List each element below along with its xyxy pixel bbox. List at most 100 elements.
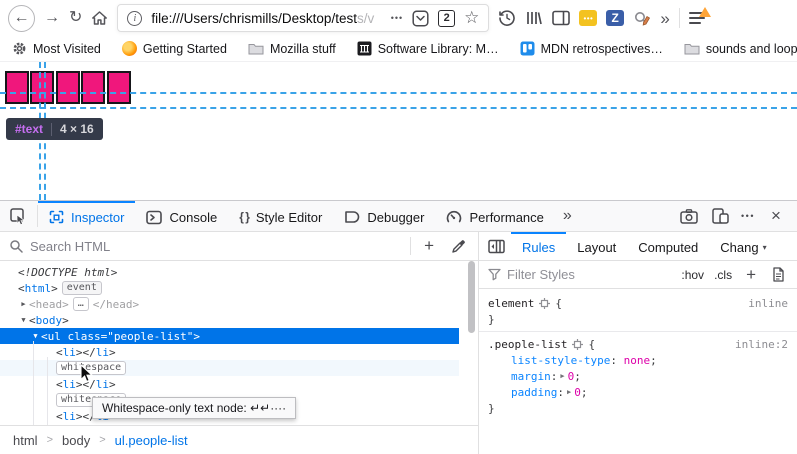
collapse-arrow-icon[interactable]: ▼ — [18, 316, 29, 324]
search-icon — [9, 239, 23, 253]
highlight-target-icon[interactable] — [572, 339, 583, 350]
back-button[interactable]: ← — [8, 5, 35, 32]
url-text[interactable]: file:///Users/chrismills/Desktop/tests/v — [151, 11, 381, 26]
url-bar[interactable]: i file:///Users/chrismills/Desktop/tests… — [117, 4, 489, 32]
tab-label: Chang — [720, 240, 758, 255]
site-info-icon[interactable]: i — [127, 11, 142, 26]
bookmark-most-visited[interactable]: Most Visited — [12, 41, 101, 56]
devtools-main: + <!DOCTYPE html> <html> event — [0, 232, 797, 454]
zotero-icon[interactable]: Z — [606, 10, 624, 26]
breadcrumb-item-body[interactable]: body — [62, 433, 90, 448]
bookmark-software-library[interactable]: Software Library: M… — [357, 41, 499, 56]
library-button[interactable] — [525, 10, 543, 26]
tabs-overflow-button[interactable]: » — [555, 201, 580, 231]
expand-arrow-icon[interactable]: ▶ — [18, 300, 29, 308]
tab-changes[interactable]: Chang ▾ — [709, 232, 777, 260]
home-button[interactable] — [91, 10, 108, 26]
sidebar-button[interactable] — [552, 10, 570, 26]
performance-icon — [446, 210, 462, 225]
bookmark-star-icon[interactable]: ☆ — [464, 8, 479, 28]
tab-rules[interactable]: Rules — [511, 232, 566, 260]
tab-console[interactable]: Console — [135, 201, 228, 231]
tree-row-whitespace[interactable]: whitespace — [0, 360, 459, 376]
tree-row-li[interactable]: <li></li> — [0, 376, 459, 392]
extension-yellow-icon[interactable]: ••• — [579, 10, 597, 26]
css-property[interactable]: list-style-type: none; — [479, 352, 797, 368]
indent-guide — [47, 357, 48, 425]
breadcrumb-item-ul[interactable]: ul.people-list — [115, 433, 188, 448]
rule-source-link[interactable]: inline:2 — [735, 338, 788, 351]
css-property[interactable]: margin:▶0; — [479, 368, 797, 384]
history-button[interactable] — [498, 9, 516, 27]
pseudo-class-toggle[interactable]: :hov — [679, 268, 706, 282]
css-property[interactable]: padding:▶0; — [479, 384, 797, 400]
tree-row-ul-selected[interactable]: ▼ <ul class="people-list"> — [0, 328, 459, 344]
reload-button[interactable]: ↻ — [69, 10, 82, 26]
rule-selector[interactable]: .people-list — [488, 338, 567, 351]
page-viewport: #text 4 × 16 — [0, 62, 797, 200]
folder-icon — [248, 42, 264, 55]
eyedropper-button[interactable] — [447, 234, 469, 258]
tree-row-li[interactable]: <li></li> — [0, 344, 459, 360]
add-node-button[interactable]: + — [418, 236, 440, 256]
bookmark-getting-started[interactable]: Getting Started — [122, 41, 227, 56]
bookmark-label: MDN retrospectives… — [541, 42, 663, 56]
bookmark-sounds-and-loops[interactable]: sounds and loops — [684, 42, 797, 56]
rule-close-brace: } — [479, 400, 797, 416]
bookmark-mozilla-stuff[interactable]: Mozilla stuff — [248, 42, 336, 56]
toolbar-overflow-button[interactable]: » — [660, 10, 669, 27]
pick-element-button[interactable] — [0, 201, 37, 231]
inline-ellipsis-badge[interactable]: … — [73, 297, 89, 311]
search-html-input[interactable] — [30, 239, 403, 254]
devtools-close-button[interactable]: × — [763, 204, 789, 228]
forward-button[interactable]: → — [44, 10, 60, 26]
rule-selector[interactable]: element — [488, 297, 534, 310]
markup-scrollbar[interactable] — [468, 261, 475, 333]
collapse-sidebar-button[interactable] — [481, 232, 511, 260]
menu-button[interactable] — [689, 11, 707, 25]
tab-inspector[interactable]: Inspector — [38, 201, 135, 231]
bookmark-label: Mozilla stuff — [270, 42, 336, 56]
node-infobar: #text 4 × 16 — [6, 118, 103, 140]
event-badge[interactable]: event — [62, 281, 102, 295]
pink-square — [107, 71, 131, 104]
responsive-design-button[interactable] — [707, 204, 733, 228]
update-warning-icon — [699, 7, 711, 17]
highlight-target-icon[interactable] — [539, 298, 550, 309]
tab-computed[interactable]: Computed — [627, 232, 709, 260]
tab-label: Inspector — [71, 210, 124, 225]
filter-styles-input[interactable] — [507, 267, 673, 282]
tree-row-html[interactable]: <html> event — [0, 280, 459, 296]
bookmark-label: sounds and loops — [706, 42, 797, 56]
tree-row-body[interactable]: ▼ <body> — [0, 312, 459, 328]
tab-label: Performance — [469, 210, 543, 225]
class-toggle[interactable]: .cls — [712, 268, 734, 282]
collapse-arrow-icon[interactable]: ▼ — [30, 332, 41, 340]
tab-debugger[interactable]: Debugger — [333, 201, 435, 231]
tree-row-head[interactable]: ▶ <head> … </head> — [0, 296, 459, 312]
sidebar-icon — [552, 10, 570, 26]
firefox-icon — [122, 41, 137, 56]
tree-row-doctype[interactable]: <!DOCTYPE html> — [0, 264, 459, 280]
edit-search-button[interactable] — [633, 10, 651, 27]
add-rule-button[interactable]: + — [740, 265, 762, 285]
tab-layout[interactable]: Layout — [566, 232, 627, 260]
screenshot-button[interactable] — [676, 204, 702, 228]
rule-source-link[interactable]: inline — [748, 297, 788, 310]
pocket-icon[interactable] — [412, 10, 429, 27]
folder-icon — [684, 42, 700, 55]
bookmark-mdn-retrospectives[interactable]: MDN retrospectives… — [520, 41, 663, 56]
print-simulation-button[interactable] — [768, 263, 788, 287]
devtools-menu-button[interactable]: ••• — [735, 204, 761, 228]
tab-label: Console — [169, 210, 217, 225]
breadcrumb-separator-icon: > — [47, 434, 53, 446]
expand-property-icon[interactable]: ▶ — [567, 388, 571, 396]
tab-style-editor[interactable]: { } Style Editor — [228, 201, 333, 231]
breadcrumb-item-html[interactable]: html — [13, 433, 38, 448]
bookmarks-bar: Most Visited Getting Started Mozilla stu… — [0, 36, 797, 62]
page-actions-icon[interactable]: ••• — [391, 13, 403, 23]
tab-performance[interactable]: Performance — [435, 201, 554, 231]
pink-square — [56, 71, 80, 104]
extension-2-icon[interactable]: 2 — [438, 10, 455, 27]
expand-property-icon[interactable]: ▶ — [560, 372, 564, 380]
